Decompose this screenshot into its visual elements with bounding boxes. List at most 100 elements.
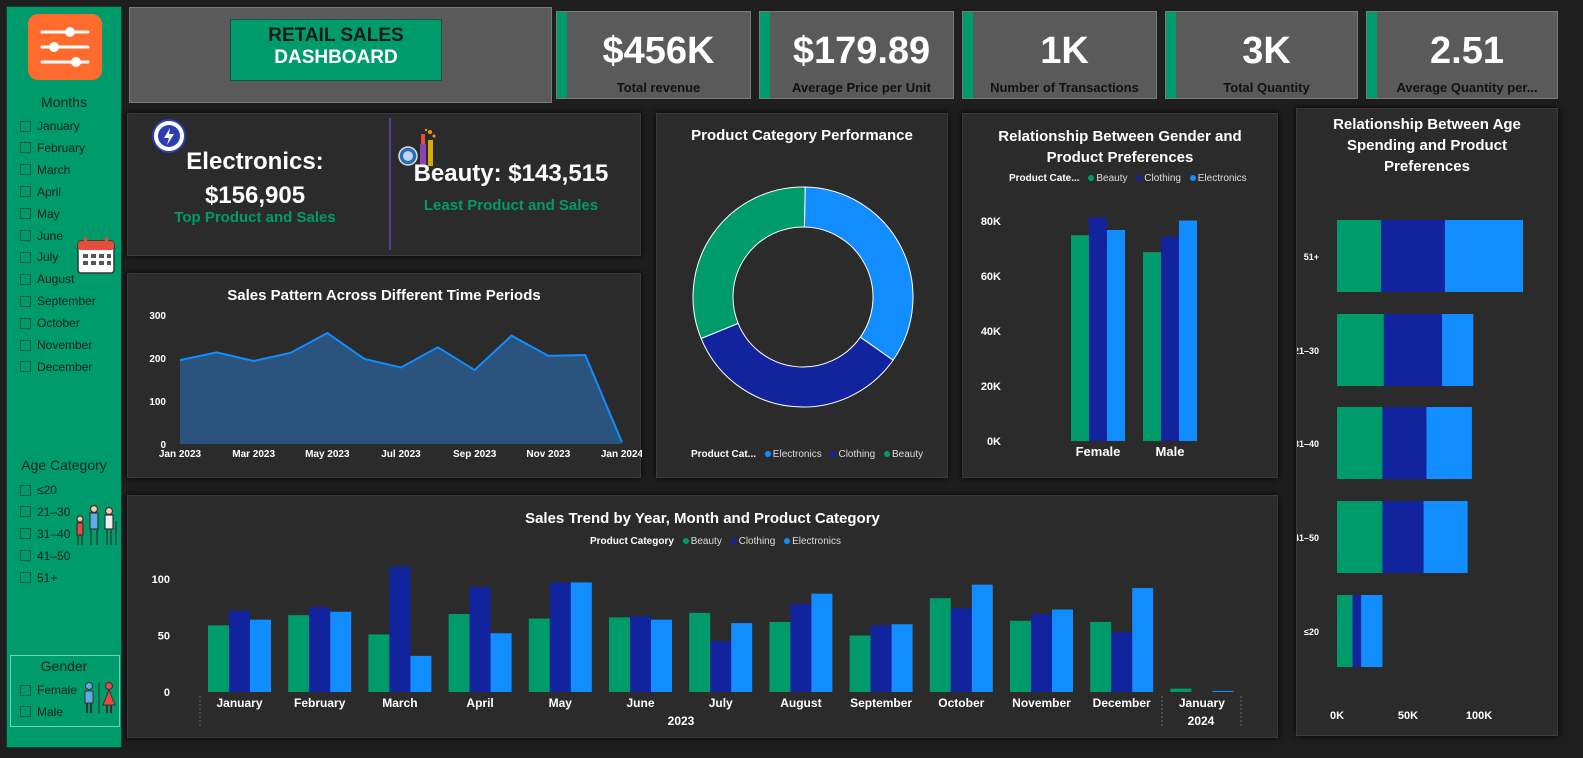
y-tick-label: 0K xyxy=(987,436,1001,448)
y-tick-label: 300 xyxy=(149,311,166,322)
month-option[interactable]: July xyxy=(20,247,58,267)
month-option-label: July xyxy=(37,250,59,265)
y-tick-label: 100 xyxy=(149,397,166,408)
month-option[interactable]: January xyxy=(20,116,80,136)
y-tick-label: 200 xyxy=(149,354,166,365)
bar-electronics-age-2 xyxy=(1426,407,1472,479)
x-tick-label: Jan 2024 xyxy=(601,449,642,460)
x-category-label: October xyxy=(938,696,984,710)
checkbox[interactable] xyxy=(20,120,31,132)
checkbox[interactable] xyxy=(20,317,31,329)
y-tick-label: 20K xyxy=(981,381,1001,393)
bar-electronics-3 xyxy=(490,633,512,692)
x-tick-label: 50K xyxy=(1398,710,1418,722)
x-tick-label: Nov 2023 xyxy=(526,449,570,460)
x-category-label: April xyxy=(466,696,493,710)
checkbox[interactable] xyxy=(20,251,31,263)
checkbox[interactable] xyxy=(20,164,31,176)
bar-clothing-1 xyxy=(309,607,331,692)
age-spending-panel: Relationship Between Age Spending and Pr… xyxy=(1296,108,1558,736)
x-category-label: November xyxy=(1012,696,1071,710)
month-option[interactable]: March xyxy=(20,160,70,180)
category-performance-chart xyxy=(692,186,914,408)
month-option[interactable]: May xyxy=(20,204,60,224)
checkbox[interactable] xyxy=(20,706,31,718)
month-option[interactable]: April xyxy=(20,182,61,202)
top-product-caption: Top Product and Sales xyxy=(174,209,336,226)
checkbox[interactable] xyxy=(20,339,31,351)
age-option[interactable]: ≤20 xyxy=(20,480,57,500)
x-tick-label: 100K xyxy=(1466,710,1492,722)
kpi-card-average-price: $179.89 Average Price per Unit xyxy=(759,11,954,99)
bar-electronics-1 xyxy=(330,611,352,692)
checkbox[interactable] xyxy=(20,550,31,562)
month-option[interactable]: August xyxy=(20,269,74,289)
restroom-gender-icon xyxy=(80,681,118,715)
month-option[interactable]: February xyxy=(20,138,85,158)
checkbox[interactable] xyxy=(20,361,31,373)
x-category-label: February xyxy=(294,696,346,710)
bar-beauty-2 xyxy=(368,634,390,692)
bar-beauty-age-0 xyxy=(1337,220,1382,292)
gender-option[interactable]: Female xyxy=(20,680,77,700)
checkbox[interactable] xyxy=(20,186,31,198)
y-tick-label: 100 xyxy=(152,574,170,586)
bar-beauty-8 xyxy=(849,635,871,692)
x-category-label: June xyxy=(626,696,654,710)
bar-beauty-0 xyxy=(208,625,229,692)
kpi-card-average-quantity: 2.51 Average Quantity per... xyxy=(1366,11,1558,99)
month-option[interactable]: October xyxy=(20,313,80,333)
month-option-label: April xyxy=(37,184,62,199)
age-option[interactable]: 41–50 xyxy=(20,546,70,566)
bar-electronics-10 xyxy=(1052,609,1073,692)
month-option[interactable]: June xyxy=(20,226,63,246)
checkbox[interactable] xyxy=(20,230,31,241)
gender-option-label: Female xyxy=(37,683,78,697)
y-tick-label: 40K xyxy=(981,326,1001,338)
age-option[interactable]: 31–40 xyxy=(20,524,70,544)
sales-area-fill xyxy=(180,333,622,444)
checkbox[interactable] xyxy=(20,295,31,307)
checkbox[interactable] xyxy=(20,273,31,285)
month-option-label: May xyxy=(37,206,60,221)
checkbox[interactable] xyxy=(20,528,31,540)
y-tick-label: 0 xyxy=(164,687,170,699)
bar-clothing-age-2 xyxy=(1382,407,1427,479)
category-performance-panel: Product Category Performance Product Cat… xyxy=(656,113,948,478)
bar-beauty-age-2 xyxy=(1337,407,1383,479)
x-category-label: August xyxy=(780,696,821,710)
gender-option[interactable]: Male xyxy=(20,702,63,722)
checkbox[interactable] xyxy=(20,684,31,696)
bar-clothing-9 xyxy=(950,608,972,692)
donut-slice-electronics xyxy=(803,186,914,361)
bar-beauty-10 xyxy=(1010,620,1031,692)
kpi-value: 2.51 xyxy=(1430,30,1504,72)
y-tick-label: 50 xyxy=(158,631,170,643)
sales-pattern-panel: Sales Pattern Across Different Time Peri… xyxy=(127,273,642,478)
bar-clothing-6 xyxy=(710,641,732,692)
y-tick-label: 80K xyxy=(981,216,1001,228)
month-option[interactable]: November xyxy=(20,335,92,355)
bar-electronics-8 xyxy=(891,624,913,692)
kpi-value: 1K xyxy=(1040,30,1089,72)
month-option[interactable]: December xyxy=(20,357,92,377)
dashboard-title-line1: RETAIL SALES xyxy=(268,25,404,46)
bar-electronics-6 xyxy=(731,623,753,692)
bar-beauty-1 xyxy=(288,615,310,692)
bar-electronics-11 xyxy=(1132,588,1154,692)
bar-beauty-age-3 xyxy=(1337,501,1383,573)
bar-clothing-age-4 xyxy=(1352,595,1362,667)
checkbox[interactable] xyxy=(20,506,31,518)
checkbox[interactable] xyxy=(20,484,31,496)
month-option-label: January xyxy=(37,119,80,133)
checkbox[interactable] xyxy=(20,142,31,154)
age-option[interactable]: 21–30 xyxy=(20,502,70,522)
checkbox[interactable] xyxy=(20,572,31,584)
month-option[interactable]: September xyxy=(20,291,96,311)
age-option[interactable]: 51+ xyxy=(20,568,57,588)
dashboard-title-line2: DASHBOARD xyxy=(274,47,398,68)
bar-electronics-7 xyxy=(811,593,833,692)
checkbox[interactable] xyxy=(20,208,31,220)
gender-preferences-chart: 0K 20K 40K 60K 80K Female Male xyxy=(981,216,1197,459)
x-category-label: January xyxy=(216,696,262,710)
